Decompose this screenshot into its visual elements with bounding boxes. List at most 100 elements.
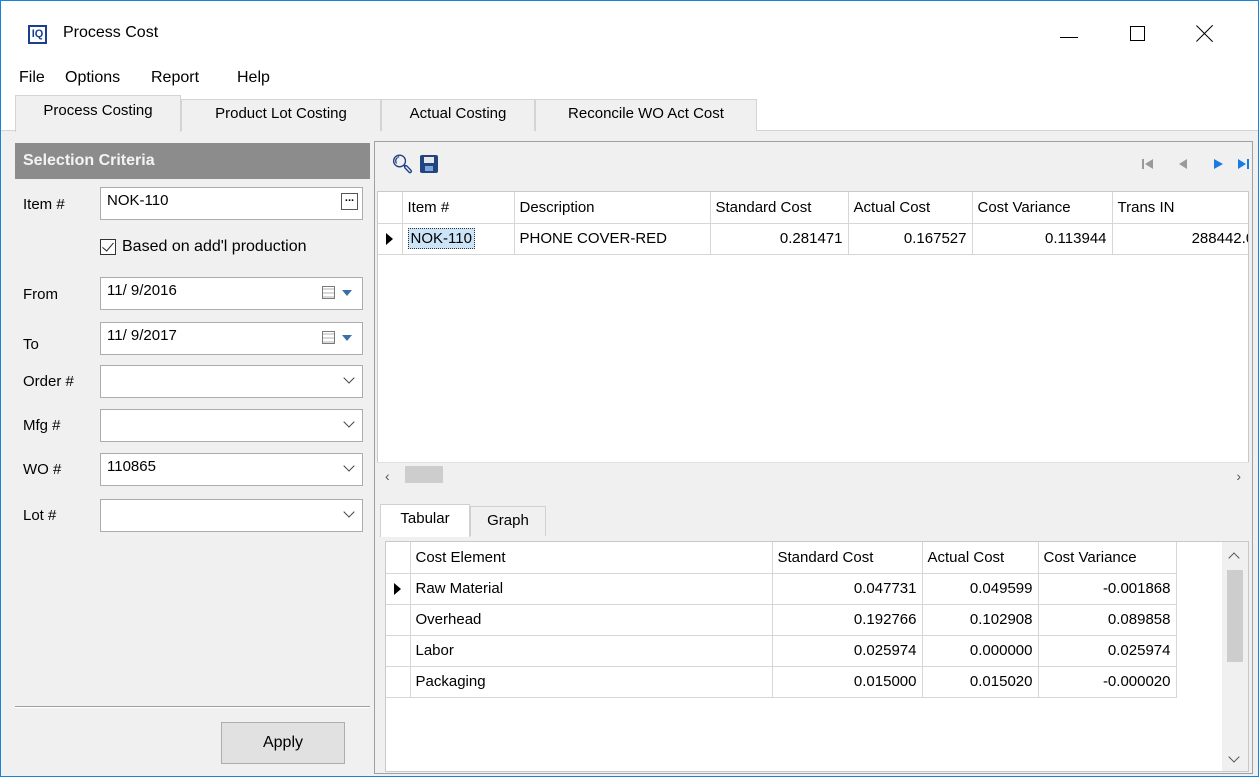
table-cell[interactable]: 0.089858 (1038, 604, 1177, 636)
previous-record-icon[interactable] (1173, 154, 1193, 174)
horizontal-scrollbar[interactable]: ‹ › (377, 462, 1249, 485)
apply-button[interactable]: Apply (221, 722, 345, 764)
table-cell[interactable]: 0.192766 (772, 604, 923, 636)
save-icon[interactable] (420, 155, 438, 173)
column-header[interactable]: Description (514, 192, 711, 224)
column-header[interactable]: Trans IN (1112, 192, 1248, 224)
app-icon: IQ (28, 25, 47, 44)
column-header[interactable]: Item # (402, 192, 515, 224)
row-indicator-header (386, 542, 411, 574)
calendar-icon[interactable] (322, 286, 335, 299)
chevron-down-icon (344, 375, 354, 385)
minimize-button[interactable] (1046, 13, 1092, 53)
top-tab-strip: Process Costing Product Lot Costing Actu… (1, 95, 1258, 132)
current-row-icon (394, 582, 401, 595)
table-cell[interactable]: 0.015020 (922, 666, 1039, 698)
table-cell[interactable]: 0.049599 (922, 573, 1039, 605)
column-header[interactable]: Actual Cost (848, 192, 973, 224)
scroll-down-icon[interactable] (1228, 751, 1240, 763)
calendar-icon[interactable] (322, 331, 335, 344)
tab-product-lot-costing[interactable]: Product Lot Costing (181, 99, 381, 131)
scroll-right-icon[interactable]: › (1236, 468, 1241, 484)
dropdown-arrow-icon[interactable] (342, 335, 352, 341)
based-on-addl-production-row[interactable]: Based on add'l production (100, 235, 307, 259)
table-cell[interactable]: Raw Material (410, 573, 773, 605)
menu-help[interactable]: Help (237, 69, 270, 87)
table-cell[interactable]: 0.025974 (772, 635, 923, 667)
table-cell[interactable]: NOK-110 (402, 223, 515, 255)
table-cell[interactable]: -0.000020 (1038, 666, 1177, 698)
close-icon (1196, 24, 1214, 42)
column-header[interactable]: Cost Variance (1038, 542, 1177, 574)
scroll-thumb[interactable] (1227, 570, 1243, 662)
row-indicator (386, 635, 411, 667)
window-title: Process Cost (63, 24, 159, 41)
view-tab-strip: Tabular Graph (380, 504, 1249, 537)
to-date-field[interactable]: 11/ 9/2017 (100, 322, 363, 355)
row-indicator (386, 604, 411, 636)
chevron-down-icon (344, 509, 354, 519)
close-button[interactable] (1182, 13, 1228, 53)
based-on-addl-production-label: Based on add'l production (122, 238, 307, 255)
table-cell[interactable]: 0.281471 (710, 223, 849, 255)
column-header[interactable]: Cost Variance (972, 192, 1113, 224)
table-cell[interactable]: Packaging (410, 666, 773, 698)
results-panel: 🔍︎ Item # Description Standard Cost Actu… (374, 141, 1253, 774)
table-cell[interactable]: -0.001868 (1038, 573, 1177, 605)
table-row[interactable]: Raw Material 0.047731 0.049599 -0.001868 (386, 573, 1224, 605)
from-date-field[interactable]: 11/ 9/2016 (100, 277, 363, 310)
table-cell[interactable]: 0.113944 (972, 223, 1113, 255)
table-row[interactable]: Overhead 0.192766 0.102908 0.089858 (386, 604, 1224, 636)
empty-cell (1176, 666, 1224, 697)
scroll-thumb[interactable] (405, 466, 443, 483)
table-cell[interactable]: 0.000000 (922, 635, 1039, 667)
tab-process-costing[interactable]: Process Costing (15, 95, 181, 132)
vertical-scrollbar[interactable] (1222, 542, 1248, 771)
row-indicator (386, 666, 411, 698)
table-row[interactable]: Packaging 0.015000 0.015020 -0.000020 (386, 666, 1224, 698)
to-label: To (23, 336, 39, 353)
cell-item: NOK-110 (407, 228, 475, 249)
empty-cell (1176, 573, 1224, 604)
table-cell[interactable]: 0.102908 (922, 604, 1039, 636)
first-record-icon[interactable] (1138, 154, 1158, 174)
item-cost-grid[interactable]: Item # Description Standard Cost Actual … (377, 191, 1249, 485)
scroll-up-icon[interactable] (1228, 552, 1240, 564)
column-header[interactable]: Standard Cost (710, 192, 849, 224)
menu-options[interactable]: Options (65, 69, 120, 87)
cost-element-grid[interactable]: Cost Element Standard Cost Actual Cost C… (385, 541, 1249, 772)
table-row[interactable]: Labor 0.025974 0.000000 0.025974 (386, 635, 1224, 667)
maximize-button[interactable] (1114, 13, 1160, 53)
tab-tabular[interactable]: Tabular (380, 504, 470, 537)
table-cell[interactable]: 0.167527 (848, 223, 973, 255)
menu-report[interactable]: Report (151, 69, 199, 87)
table-cell[interactable]: 0.025974 (1038, 635, 1177, 667)
table-cell[interactable]: PHONE COVER-RED (514, 223, 711, 255)
menu-file[interactable]: File (19, 69, 45, 87)
table-cell[interactable]: 288442.00 (1112, 223, 1248, 255)
next-record-icon[interactable] (1208, 154, 1228, 174)
dropdown-arrow-icon[interactable] (342, 290, 352, 296)
last-record-icon[interactable] (1235, 154, 1252, 174)
order-select[interactable] (100, 365, 363, 398)
tab-reconcile-wo-act-cost[interactable]: Reconcile WO Act Cost (535, 99, 757, 131)
lot-select[interactable] (100, 499, 363, 532)
based-on-addl-production-checkbox[interactable] (100, 239, 116, 255)
column-header[interactable]: Actual Cost (922, 542, 1039, 574)
wo-select[interactable]: 110865 (100, 453, 363, 486)
column-header[interactable]: Standard Cost (772, 542, 923, 574)
tab-graph[interactable]: Graph (470, 506, 546, 536)
column-header[interactable]: Cost Element (410, 542, 773, 574)
table-row[interactable]: NOK-110 PHONE COVER-RED 0.281471 0.16752… (378, 223, 1248, 255)
item-lookup-button[interactable]: ... (341, 193, 358, 210)
table-cell[interactable]: Labor (410, 635, 773, 667)
mfg-select[interactable] (100, 409, 363, 442)
item-field[interactable]: NOK-110 ... (100, 187, 363, 220)
minimize-icon (1060, 36, 1078, 38)
table-cell[interactable]: Overhead (410, 604, 773, 636)
table-cell[interactable]: 0.047731 (772, 573, 923, 605)
table-cell[interactable]: 0.015000 (772, 666, 923, 698)
tab-actual-costing[interactable]: Actual Costing (381, 99, 535, 131)
binoculars-icon[interactable]: 🔍︎ (391, 154, 414, 174)
scroll-left-icon[interactable]: ‹ (385, 468, 390, 484)
